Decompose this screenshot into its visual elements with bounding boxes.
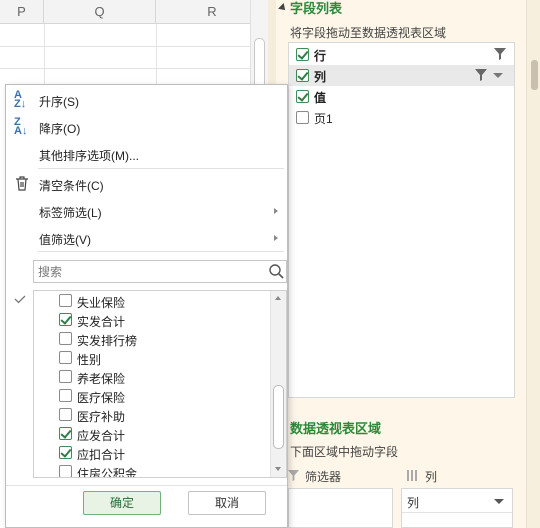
sort-ascending-icon: A Z↓ — [14, 89, 27, 110]
column-drop-area[interactable]: 列 — [401, 488, 513, 528]
filter-dropdown-popup: A Z↓ 升序(S) Z A↓ 降序(O) 其他排序选项(M)... 清空条件(C)… — [5, 84, 288, 528]
menu-more-sort-options[interactable]: 其他排序选项(M)... — [6, 140, 287, 167]
list-item[interactable]: 医疗补助 — [34, 405, 268, 424]
column-area-icon — [407, 470, 417, 481]
scroll-up-icon[interactable] — [275, 296, 281, 300]
field-checkbox[interactable] — [296, 111, 309, 124]
field-row-column[interactable]: 列 — [289, 65, 514, 86]
menu-clear-condition[interactable]: 清空条件(C) — [6, 170, 287, 197]
list-item[interactable]: 养老保险 — [34, 367, 268, 386]
value-list-scrollbar[interactable] — [270, 291, 286, 477]
filter-funnel-icon[interactable] — [494, 48, 506, 60]
search-icon[interactable] — [269, 264, 284, 279]
menu-divider — [38, 168, 284, 169]
column-header-q[interactable]: Q — [44, 0, 156, 24]
menu-divider — [38, 251, 284, 252]
value-label: 实发排行榜 — [77, 334, 138, 348]
list-item[interactable]: 应发合计 — [34, 424, 268, 443]
menu-sort-descending[interactable]: Z A↓ 降序(O) — [6, 113, 287, 140]
value-checkbox[interactable] — [59, 332, 72, 345]
value-label: 医疗补助 — [77, 410, 126, 424]
menu-label: 标签筛选(L) — [39, 206, 102, 220]
value-label: 住房公积金 — [77, 467, 138, 478]
chevron-down-icon[interactable] — [494, 499, 504, 504]
value-checkbox[interactable] — [59, 446, 72, 459]
scroll-down-icon[interactable] — [275, 467, 281, 471]
filter-funnel-icon — [288, 470, 299, 481]
pivot-area-hint: 下面区域中拖动字段 — [290, 445, 399, 459]
value-checkbox[interactable] — [59, 313, 72, 326]
column-field-chip-label: 列 — [407, 496, 420, 510]
value-label: 实发合计 — [77, 315, 126, 329]
sort-descending-icon: Z A↓ — [14, 116, 28, 137]
menu-value-filter[interactable]: 值筛选(V) — [6, 224, 287, 251]
ok-button[interactable]: 确定 — [83, 491, 161, 515]
pane-scroll-thumb[interactable] — [531, 60, 538, 90]
field-row-row[interactable]: 行 — [289, 44, 514, 65]
menu-label: 值筛选(V) — [39, 233, 91, 247]
search-box[interactable] — [33, 260, 287, 283]
value-label: 性别 — [77, 353, 102, 367]
field-row-page1[interactable]: 页1 — [289, 107, 514, 128]
column-header-p[interactable]: P — [0, 0, 44, 24]
value-checkbox[interactable] — [59, 465, 72, 477]
field-list-title: 字段列表 — [290, 1, 343, 16]
submenu-arrow-icon — [274, 208, 278, 214]
menu-label: 升序(S) — [39, 95, 79, 109]
cancel-button[interactable]: 取消 — [188, 491, 266, 515]
column-area-label: 列 — [425, 470, 438, 484]
value-checkbox[interactable] — [59, 408, 72, 421]
column-header-bar: P Q R — [0, 0, 250, 24]
list-item[interactable]: 医疗保险 — [34, 386, 268, 405]
menu-label: 其他排序选项(M)... — [39, 149, 139, 163]
menu-label: 降序(O) — [39, 122, 81, 136]
pane-vertical-scrollbar[interactable] — [526, 0, 540, 528]
value-checkbox[interactable] — [59, 370, 72, 383]
value-checkbox[interactable] — [59, 294, 72, 307]
filter-funnel-icon[interactable] — [475, 69, 487, 81]
column-field-chip[interactable]: 列 — [402, 489, 512, 513]
field-label: 列 — [314, 70, 327, 84]
value-list: 失业保险 实发合计 实发排行榜 性别 养老保险 医疗保险 医疗补助 应发合计 应… — [33, 290, 287, 478]
list-item[interactable]: 实发合计 — [34, 310, 268, 329]
grid-divider — [0, 68, 250, 69]
filter-drop-area[interactable] — [288, 488, 393, 528]
field-checkbox[interactable] — [296, 48, 309, 61]
value-label: 应发合计 — [77, 429, 126, 443]
sheet-scroll-thumb[interactable] — [254, 38, 265, 88]
list-item[interactable]: 性别 — [34, 348, 268, 367]
select-all-check-icon[interactable] — [14, 295, 26, 304]
field-list: 行 列 值 页1 — [288, 42, 515, 398]
menu-label: 清空条件(C) — [39, 179, 104, 193]
value-label: 失业保险 — [77, 296, 126, 310]
menu-label-filter[interactable]: 标签筛选(L) — [6, 197, 287, 224]
field-checkbox[interactable] — [296, 90, 309, 103]
field-list-hint: 将字段拖动至数据透视表区域 — [290, 26, 447, 40]
filter-area-label: 筛选器 — [305, 470, 342, 484]
field-label: 值 — [314, 91, 327, 105]
search-input[interactable] — [38, 264, 258, 280]
popup-divider — [6, 485, 287, 486]
submenu-arrow-icon — [274, 235, 278, 241]
value-label: 应扣合计 — [77, 448, 126, 462]
grid-divider — [0, 46, 250, 47]
value-checkbox[interactable] — [59, 427, 72, 440]
value-checkbox[interactable] — [59, 389, 72, 402]
value-checkbox[interactable] — [59, 351, 72, 364]
pivot-area-title: 数据透视表区域 — [290, 421, 382, 436]
trash-icon — [16, 176, 28, 191]
field-label: 行 — [314, 49, 327, 63]
value-label: 医疗保险 — [77, 391, 126, 405]
value-label: 养老保险 — [77, 372, 126, 386]
list-item[interactable]: 实发排行榜 — [34, 329, 268, 348]
list-item[interactable]: 住房公积金 — [34, 462, 268, 478]
field-checkbox[interactable] — [296, 69, 309, 82]
menu-sort-ascending[interactable]: A Z↓ 升序(S) — [6, 86, 287, 113]
field-label: 页1 — [314, 112, 333, 126]
value-list-scroll-thumb[interactable] — [273, 385, 284, 449]
chevron-down-icon[interactable] — [493, 73, 503, 78]
list-item[interactable]: 应扣合计 — [34, 443, 268, 462]
list-item[interactable]: 失业保险 — [34, 291, 268, 310]
field-row-value[interactable]: 值 — [289, 86, 514, 107]
